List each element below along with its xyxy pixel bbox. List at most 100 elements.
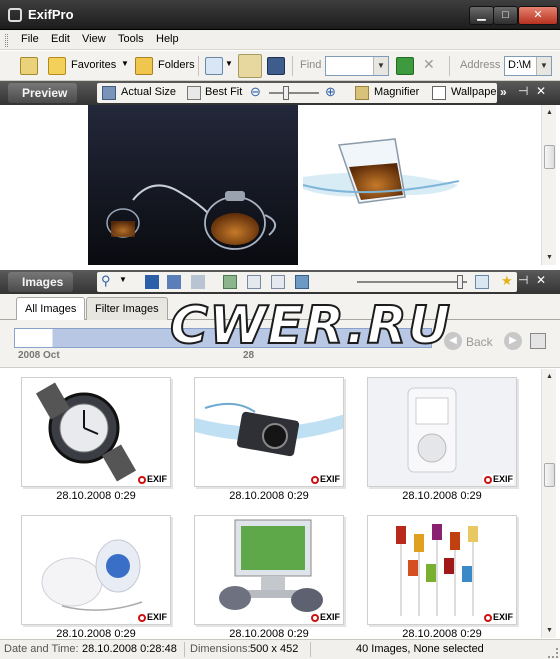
selection-summary: 40 Images, None selected: [356, 643, 484, 655]
menu-bar: File Edit View Tools Help: [0, 30, 560, 50]
toolbar-separator: [449, 56, 450, 76]
dimensions-value: 500 x 452: [250, 643, 299, 655]
menu-file[interactable]: File: [21, 33, 39, 45]
grid-scroll-down-icon[interactable]: ▼: [542, 623, 557, 638]
scroll-down-icon[interactable]: ▼: [542, 250, 557, 265]
exif-badge: EXIF: [309, 474, 341, 484]
menu-tools[interactable]: Tools: [118, 33, 144, 45]
menu-help[interactable]: Help: [156, 33, 179, 45]
wallpaper-button[interactable]: Wallpape: [451, 86, 496, 98]
toolbar-overflow-icon[interactable]: »: [500, 85, 507, 99]
view-mode-dropdown-icon[interactable]: ▼: [225, 59, 233, 68]
zoom-slider[interactable]: [269, 86, 319, 100]
main-toolbar: Favorites ▼ Folders ▼ Find ▼ ✕ Address D…: [0, 51, 560, 81]
close-images-icon[interactable]: ✕: [536, 273, 546, 287]
tab-all-images[interactable]: All Images: [16, 297, 86, 321]
exif-badge: EXIF: [482, 612, 514, 622]
images-panel-title: Images: [8, 272, 74, 292]
thumbnail-caption: 28.10.2008 0:29: [402, 628, 482, 638]
glasses-photo[interactable]: EXIF: [367, 515, 517, 625]
monitor-pigeons-photo[interactable]: EXIF: [194, 515, 344, 625]
back-button[interactable]: Back: [466, 335, 493, 349]
glass-splash-photo: [302, 138, 460, 204]
thumbnail-caption: 28.10.2008 0:29: [402, 490, 482, 502]
title-bar: ExifPro ▁ □ ✕: [0, 0, 560, 30]
scroll-up-icon[interactable]: ▲: [542, 105, 557, 120]
folder-tree-icon[interactable]: [238, 54, 262, 78]
thumbnail-caption: 28.10.2008 0:29: [229, 490, 309, 502]
best-fit-icon: [187, 86, 201, 100]
favorites-dropdown-icon[interactable]: ▼: [121, 59, 129, 68]
favorites-button[interactable]: Favorites: [71, 59, 116, 71]
ipod-photo[interactable]: EXIF: [367, 377, 517, 487]
timeline-options-icon[interactable]: [530, 333, 546, 349]
camera-splash-photo[interactable]: EXIF: [194, 377, 344, 487]
close-preview-icon[interactable]: ✕: [536, 84, 546, 98]
status-bar: Date and Time: 28.10.2008 0:28:48 Dimens…: [0, 639, 560, 659]
menu-view[interactable]: View: [82, 33, 106, 45]
close-window-button[interactable]: ✕: [518, 6, 558, 25]
find-input[interactable]: ▼: [325, 56, 389, 76]
group-icon[interactable]: [167, 275, 181, 289]
grid-scroll-up-icon[interactable]: ▲: [542, 369, 557, 384]
best-fit-button[interactable]: Best Fit: [205, 86, 242, 98]
maximize-button[interactable]: □: [493, 6, 518, 25]
resize-grip-icon[interactable]: [548, 648, 558, 658]
preview-view-icon[interactable]: [295, 275, 309, 289]
actual-size-icon: [102, 86, 116, 100]
thumbnail-caption: 28.10.2008 0:29: [229, 628, 309, 638]
actual-size-button[interactable]: Actual Size: [121, 86, 176, 98]
pin-images-icon[interactable]: ⊣: [518, 273, 528, 287]
large-thumbnails-icon[interactable]: [475, 275, 489, 289]
filter-funnel-icon[interactable]: [396, 57, 414, 75]
tab-filter-images[interactable]: Filter Images: [86, 297, 168, 320]
images-panel-bar: Images ⚲ ▼ ★ ⊣ ✕: [0, 270, 560, 294]
images-toolbar: ⚲ ▼ ★: [97, 272, 517, 292]
folders-icon[interactable]: [135, 57, 153, 75]
zoom-icon[interactable]: ⚲: [101, 273, 111, 289]
star-icon[interactable]: ★: [501, 273, 513, 289]
preview-panel-bar: Preview Actual Size Best Fit ⊖ ⊕ Magnifi…: [0, 81, 560, 105]
zoom-slider-thumb[interactable]: [283, 86, 289, 100]
preview-panel-title: Preview: [8, 83, 78, 103]
menu-grip[interactable]: [5, 34, 8, 47]
pin-icon[interactable]: ⊣: [518, 84, 528, 98]
address-dropdown-icon[interactable]: ▼: [536, 57, 551, 75]
thumbnail-size-slider[interactable]: [357, 275, 467, 289]
address-input[interactable]: D:\M ▼: [504, 56, 552, 76]
status-divider: [184, 642, 185, 657]
view-mode-icon[interactable]: [205, 57, 223, 75]
preview-scrollbar[interactable]: ▲ ▼: [541, 105, 556, 265]
zoom-in-icon[interactable]: ⊕: [325, 84, 336, 100]
egg-speaker-photo[interactable]: EXIF: [21, 515, 171, 625]
menu-edit[interactable]: Edit: [51, 33, 70, 45]
favorites-star-icon[interactable]: [48, 57, 66, 75]
preview-toolbar: Actual Size Best Fit ⊖ ⊕ Magnifier Wallp…: [97, 83, 497, 103]
thumbnail-view-icon[interactable]: [223, 275, 237, 289]
preview-scroll-thumb[interactable]: [544, 145, 555, 169]
clear-find-icon[interactable]: ✕: [423, 56, 435, 73]
details-view-icon[interactable]: [271, 275, 285, 289]
exif-icon[interactable]: [267, 57, 285, 75]
exif-badge: EXIF: [136, 474, 168, 484]
minimize-button[interactable]: ▁: [469, 6, 494, 25]
toolbar-separator: [198, 56, 199, 76]
exif-badge: EXIF: [136, 612, 168, 622]
thumbnail-size-thumb[interactable]: [457, 275, 463, 289]
exif-badge: EXIF: [482, 474, 514, 484]
thumbnail-caption: 28.10.2008 0:29: [56, 628, 136, 638]
magnifier-button[interactable]: Magnifier: [374, 86, 419, 98]
sort-icon[interactable]: [145, 275, 159, 289]
grid-scroll-thumb[interactable]: [544, 463, 555, 487]
stack-icon[interactable]: [191, 275, 205, 289]
wallpaper-icon: [432, 86, 446, 100]
watch-photo[interactable]: EXIF: [21, 377, 171, 487]
open-folder-icon[interactable]: [20, 57, 38, 75]
grid-scrollbar[interactable]: ▲ ▼: [541, 369, 556, 638]
list-view-icon[interactable]: [247, 275, 261, 289]
folders-button[interactable]: Folders: [158, 59, 195, 71]
zoom-out-icon[interactable]: ⊖: [250, 84, 261, 100]
find-dropdown-icon[interactable]: ▼: [373, 57, 388, 75]
forward-arrow-icon[interactable]: ▶: [504, 332, 522, 350]
zoom-dropdown-icon[interactable]: ▼: [119, 275, 127, 284]
